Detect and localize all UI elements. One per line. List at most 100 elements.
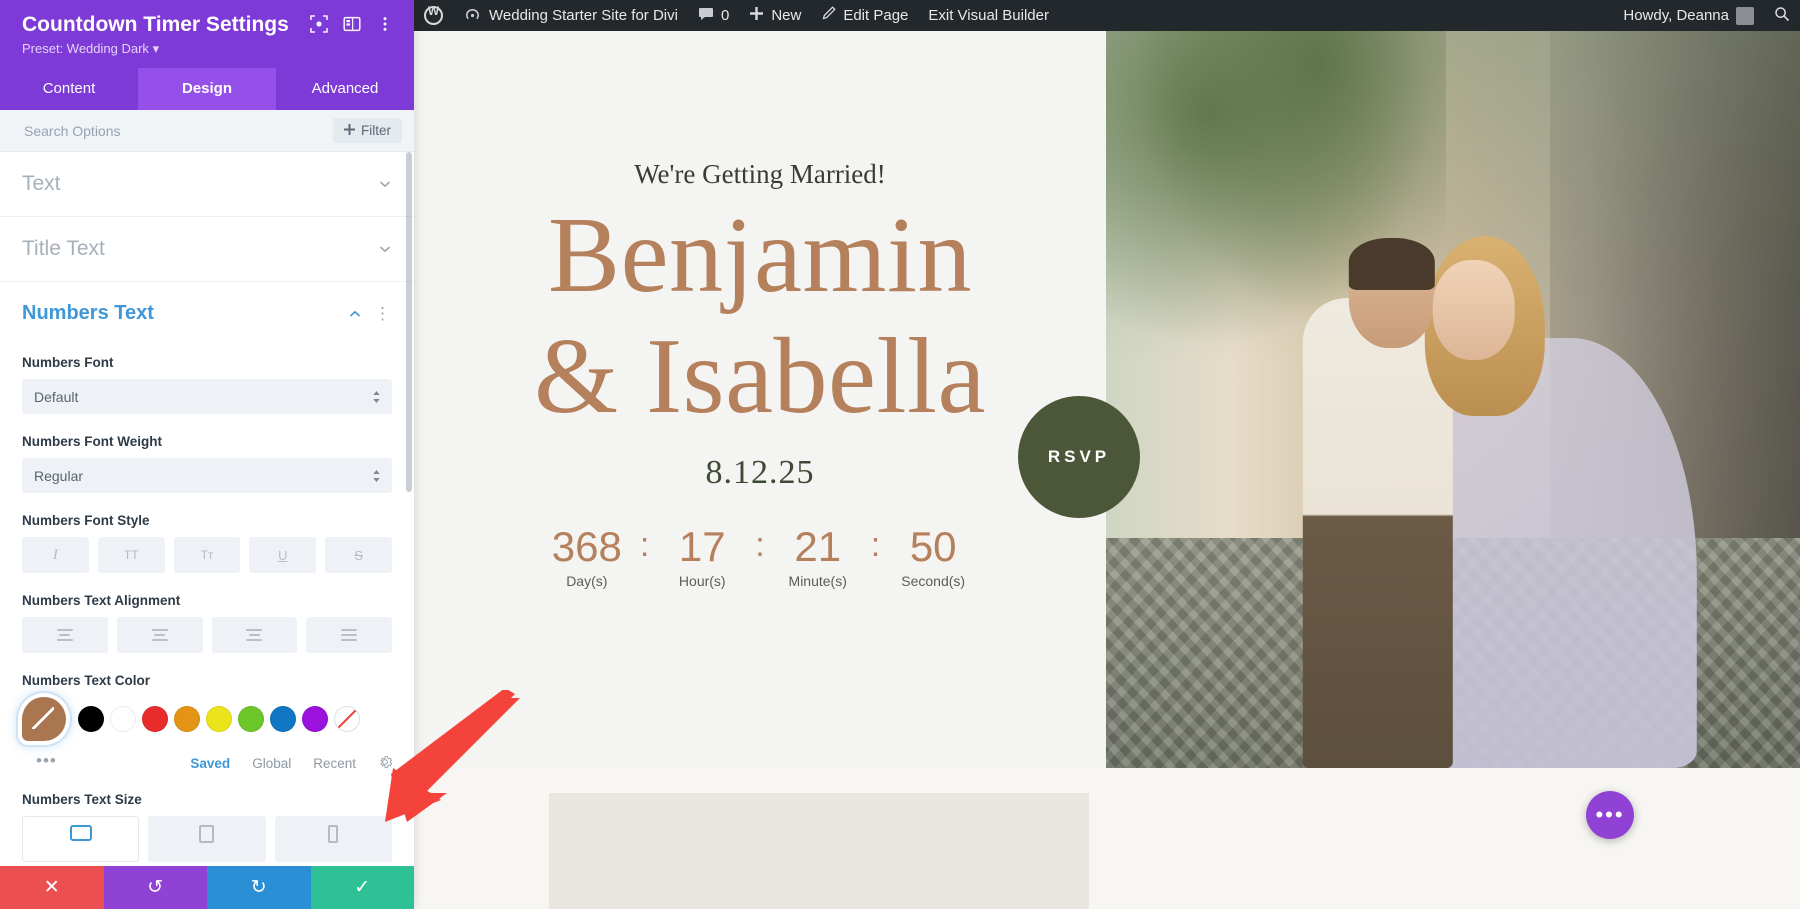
- color-tab-saved[interactable]: Saved: [190, 756, 230, 771]
- swatch-black[interactable]: [78, 706, 104, 732]
- chevron-down-icon: [378, 242, 392, 256]
- vertical-dots-icon[interactable]: [376, 15, 394, 33]
- section-numbers-text[interactable]: Numbers Text ⋮: [0, 282, 414, 335]
- gear-icon[interactable]: [378, 755, 392, 772]
- align-right-button[interactable]: [212, 617, 298, 653]
- wp-logo-button[interactable]: [414, 0, 453, 31]
- redo-icon: ↻: [251, 876, 267, 899]
- site-name-label: Wedding Starter Site for Divi: [489, 7, 678, 24]
- countdown-unit-seconds: 50 Second(s): [890, 524, 976, 589]
- target-focus-icon[interactable]: [310, 15, 328, 33]
- phone-icon: [328, 825, 338, 843]
- hero-section: We're Getting Married! Benjamin & Isabel…: [414, 31, 1800, 768]
- countdown-separator: :: [745, 524, 774, 567]
- save-button[interactable]: ✓: [311, 866, 415, 909]
- cancel-button[interactable]: ✕: [0, 866, 104, 909]
- swatch-green[interactable]: [238, 706, 264, 732]
- redo-button[interactable]: ↻: [207, 866, 311, 909]
- panel-layout-icon[interactable]: [343, 15, 361, 33]
- swatch-white[interactable]: [110, 706, 136, 732]
- hero-photo-column: [1106, 31, 1800, 768]
- swatch-blue[interactable]: [270, 706, 296, 732]
- exit-visual-builder-label: Exit Visual Builder: [928, 7, 1049, 24]
- align-center-button[interactable]: [117, 617, 203, 653]
- chevron-down-icon: ▾: [153, 41, 160, 56]
- undo-button[interactable]: ↺: [104, 866, 208, 909]
- countdown-unit-days: 368 Day(s): [544, 524, 630, 589]
- color-picker-selected-swatch[interactable]: [22, 697, 66, 741]
- numbers-font-select[interactable]: Default: [22, 379, 392, 414]
- small-caps-button[interactable]: Tᴛ: [174, 537, 241, 573]
- countdown-unit-minutes: 21 Minute(s): [775, 524, 861, 589]
- italic-button[interactable]: I: [22, 537, 89, 573]
- howdy-account-button[interactable]: Howdy, Deanna: [1613, 0, 1764, 31]
- search-icon: [1774, 6, 1790, 26]
- wordpress-logo-icon: [424, 6, 443, 25]
- numbers-text-color-label: Numbers Text Color: [22, 673, 392, 688]
- wedding-couple-photo: [1106, 31, 1800, 768]
- panel-title: Countdown Timer Settings: [22, 12, 310, 37]
- panel-preset-selector[interactable]: Preset: Wedding Dark ▾: [22, 41, 394, 57]
- countdown-unit-hours: 17 Hour(s): [659, 524, 745, 589]
- site-name-button[interactable]: Wedding Starter Site for Divi: [453, 0, 688, 31]
- rsvp-label: RSVP: [1048, 447, 1110, 467]
- numbers-text-alignment-group: [22, 617, 392, 653]
- new-button[interactable]: New: [739, 0, 811, 31]
- swatch-none[interactable]: [334, 706, 360, 732]
- comments-count: 0: [721, 7, 729, 24]
- numbers-font-style-group: I TT Tᴛ U S: [22, 537, 392, 573]
- tab-content[interactable]: Content: [0, 68, 138, 110]
- panel-preset-label: Preset: Wedding Dark: [22, 41, 149, 56]
- strikethrough-button[interactable]: S: [325, 537, 392, 573]
- color-source-tabs: ••• Saved Global Recent: [22, 755, 392, 772]
- align-justify-button[interactable]: [306, 617, 392, 653]
- align-center-icon: [152, 629, 168, 641]
- countdown-value-seconds: 50: [910, 524, 957, 570]
- numbers-text-options: Numbers Font Default Numbers Font Weight…: [0, 355, 414, 866]
- divi-settings-fab-button[interactable]: •••: [1586, 791, 1634, 839]
- underline-button[interactable]: U: [249, 537, 316, 573]
- swatch-orange[interactable]: [174, 706, 200, 732]
- device-desktop-button[interactable]: [22, 816, 139, 862]
- photo-couple: [1237, 168, 1707, 768]
- admin-search-button[interactable]: [1764, 0, 1800, 31]
- comment-bubble-icon: [698, 7, 714, 25]
- tab-advanced[interactable]: Advanced: [276, 68, 414, 110]
- edit-page-label: Edit Page: [843, 7, 908, 24]
- numbers-text-size-label: Numbers Text Size: [22, 792, 392, 807]
- exit-visual-builder-button[interactable]: Exit Visual Builder: [918, 0, 1059, 31]
- align-justify-icon: [341, 629, 357, 641]
- comments-button[interactable]: 0: [688, 0, 739, 31]
- vertical-dots-icon[interactable]: ⋮: [374, 309, 392, 319]
- align-right-icon: [246, 629, 262, 641]
- swatch-red[interactable]: [142, 706, 168, 732]
- numbers-font-weight-select[interactable]: Regular: [22, 458, 392, 493]
- uppercase-button[interactable]: TT: [98, 537, 165, 573]
- hero-kicker: We're Getting Married!: [634, 159, 886, 190]
- hero-text-column: We're Getting Married! Benjamin & Isabel…: [414, 31, 1106, 768]
- howdy-label: Howdy, Deanna: [1623, 7, 1729, 24]
- device-phone-button[interactable]: [275, 816, 392, 862]
- color-tab-recent[interactable]: Recent: [313, 756, 356, 771]
- filter-button[interactable]: Filter: [333, 118, 402, 143]
- undo-icon: ↺: [147, 876, 163, 899]
- hero-name-line-2: & Isabella: [534, 317, 986, 438]
- section-title-text[interactable]: Title Text: [0, 217, 414, 282]
- swatch-purple[interactable]: [302, 706, 328, 732]
- edit-page-button[interactable]: Edit Page: [811, 0, 918, 31]
- color-tab-global[interactable]: Global: [252, 756, 291, 771]
- search-input[interactable]: [24, 123, 323, 139]
- rsvp-badge[interactable]: RSVP: [1018, 396, 1140, 518]
- section-text[interactable]: Text: [0, 152, 414, 217]
- align-left-button[interactable]: [22, 617, 108, 653]
- countdown-timer-module[interactable]: 368 Day(s) : 17 Hour(s) : 21 Minute(s) :…: [544, 524, 976, 589]
- countdown-value-days: 368: [552, 524, 622, 570]
- swatch-yellow[interactable]: [206, 706, 232, 732]
- more-colors-icon[interactable]: •••: [36, 757, 57, 766]
- close-icon: ✕: [44, 876, 60, 899]
- panel-scrollbar[interactable]: [406, 152, 412, 492]
- section-title-text-label: Title Text: [22, 237, 105, 261]
- device-tablet-button[interactable]: [148, 816, 265, 862]
- select-arrows-icon: [372, 469, 381, 483]
- tab-design[interactable]: Design: [138, 68, 276, 110]
